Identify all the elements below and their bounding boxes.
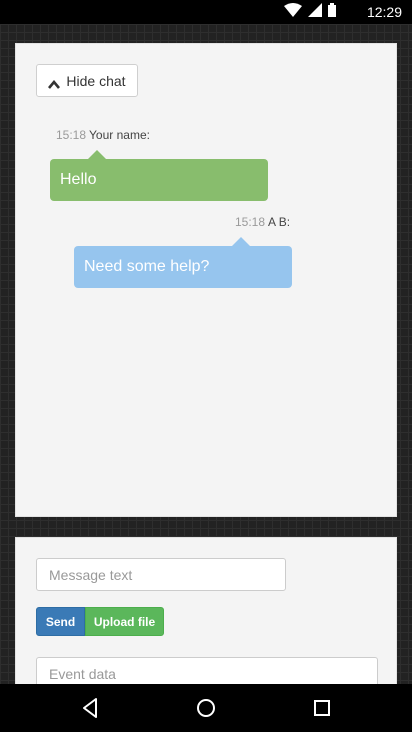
- message-meta: 15:18 Your name:: [56, 128, 150, 142]
- recents-icon[interactable]: [310, 696, 334, 720]
- message-bubble: Need some help?: [74, 237, 292, 288]
- message-time: 15:18: [56, 128, 87, 142]
- message-sender: A B:: [268, 215, 291, 229]
- composer-panel: Message text Send Upload file Event data: [15, 537, 397, 697]
- navigation-bar: [0, 684, 412, 732]
- battery-icon: [328, 2, 336, 22]
- upload-file-button[interactable]: Upload file: [85, 607, 164, 636]
- send-button[interactable]: Send: [36, 607, 85, 636]
- status-bar: 12:29: [0, 0, 412, 24]
- message-sender: Your name:: [89, 128, 150, 142]
- message-input[interactable]: Message text: [36, 558, 286, 591]
- message-time: 15:18: [235, 215, 266, 229]
- chevron-up-icon: [48, 76, 61, 89]
- message-text: Need some help?: [84, 258, 210, 275]
- status-time: 12:29: [366, 4, 402, 20]
- chat-panel: Hide chat 15:18 Your name: Hello 15:18 A B…: [15, 43, 397, 517]
- hide-chat-button[interactable]: Hide chat: [36, 64, 138, 97]
- home-icon[interactable]: [194, 696, 218, 720]
- message-text: Hello: [60, 171, 97, 188]
- back-icon[interactable]: [79, 696, 103, 720]
- wifi-icon: [284, 2, 302, 22]
- composer-buttons: Send Upload file: [36, 607, 164, 636]
- status-icons: [284, 2, 336, 22]
- signal-icon: [308, 2, 322, 22]
- message-bubble: Hello: [50, 150, 268, 201]
- message-meta: 15:18 A B:: [235, 215, 290, 229]
- hide-chat-label: Hide chat: [66, 72, 126, 89]
